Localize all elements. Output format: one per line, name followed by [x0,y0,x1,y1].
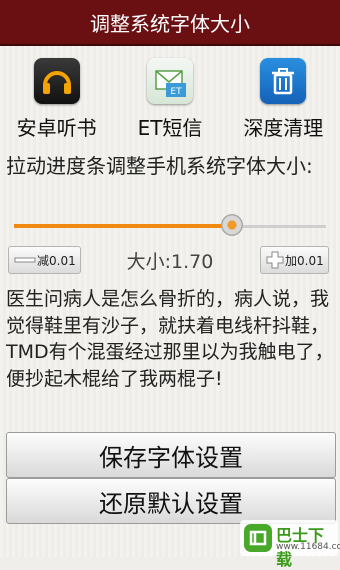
watermark: 巴士下载 www.11684.com [240,520,340,569]
watermark-url: www.11684.com [276,542,340,552]
save-font-settings-button[interactable]: 保存字体设置 [6,432,336,478]
restore-default-button[interactable]: 还原默认设置 [6,478,336,524]
plus-icon [266,251,284,269]
restore-button-label: 还原默认设置 [99,489,243,518]
increase-label: 加0.01 [285,253,324,268]
increase-button[interactable]: 加0.01 [260,246,329,274]
save-button-label: 保存字体设置 [99,443,243,472]
title-bar: 调整系统字体大小 [0,0,340,46]
headphones-icon [33,58,80,104]
watermark-logo-icon [244,524,272,552]
app-tingshu[interactable]: 安卓听书 [0,58,113,148]
page-title: 调整系统字体大小 [90,11,250,36]
app-label: 安卓听书 [16,116,97,140]
svg-text:ET: ET [170,87,182,97]
font-size-slider[interactable] [14,214,326,238]
sample-text: 医生问病人是怎么骨折的，病人说，我觉得鞋里有沙子，就扶着电线杆抖鞋，TMD有个混… [6,288,334,390]
app-row: 安卓听书 ET ET短信 深度清理 [0,58,340,148]
app-label: 深度清理 [243,116,324,140]
et-sms-icon: ET [146,58,193,104]
trash-icon [260,58,307,104]
slider-instruction: 拉动进度条调整手机系统字体大小: [6,154,313,178]
app-deep-clean[interactable]: 深度清理 [227,58,340,148]
app-et-sms[interactable]: ET ET短信 [113,58,226,148]
slider-thumb[interactable] [221,214,244,236]
app-label: ET短信 [137,116,203,140]
slider-fill [14,224,233,228]
